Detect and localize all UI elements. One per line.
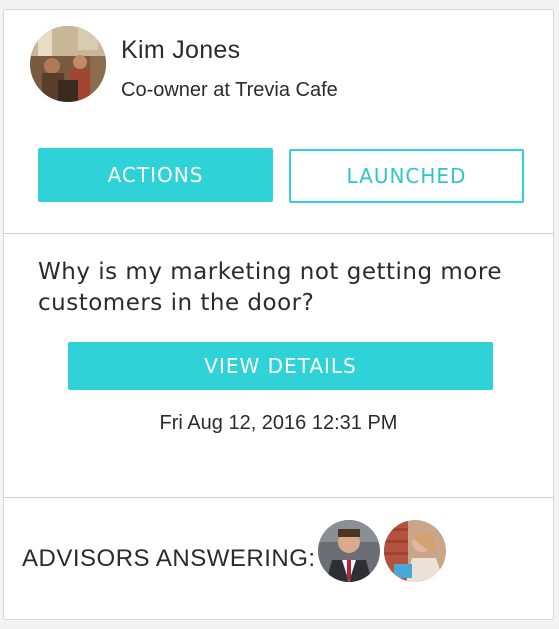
question-text: Why is my marketing not getting more cus… xyxy=(38,259,502,316)
advisors-label: ADVISORS ANSWERING: xyxy=(22,545,316,572)
actions-button[interactable]: ACTIONS xyxy=(38,148,273,202)
launched-button[interactable]: LAUNCHED xyxy=(289,149,524,203)
view-details-button[interactable]: VIEW DETAILS xyxy=(68,342,493,390)
question-timestamp: Fri Aug 12, 2016 12:31 PM xyxy=(159,412,398,434)
advisor-photo xyxy=(384,520,446,582)
question-card: Kim Jones Co-owner at Trevia Cafe ACTION… xyxy=(3,9,554,620)
user-name: Kim Jones xyxy=(121,36,241,64)
user-role: Co-owner at Trevia Cafe xyxy=(121,79,338,101)
advisors-divider xyxy=(4,497,553,498)
advisor-avatar[interactable] xyxy=(318,520,380,582)
user-avatar[interactable] xyxy=(30,26,106,102)
advisor-photo xyxy=(318,520,380,582)
user-photo xyxy=(30,26,106,102)
header-divider xyxy=(4,233,553,234)
advisor-avatar[interactable] xyxy=(384,520,446,582)
